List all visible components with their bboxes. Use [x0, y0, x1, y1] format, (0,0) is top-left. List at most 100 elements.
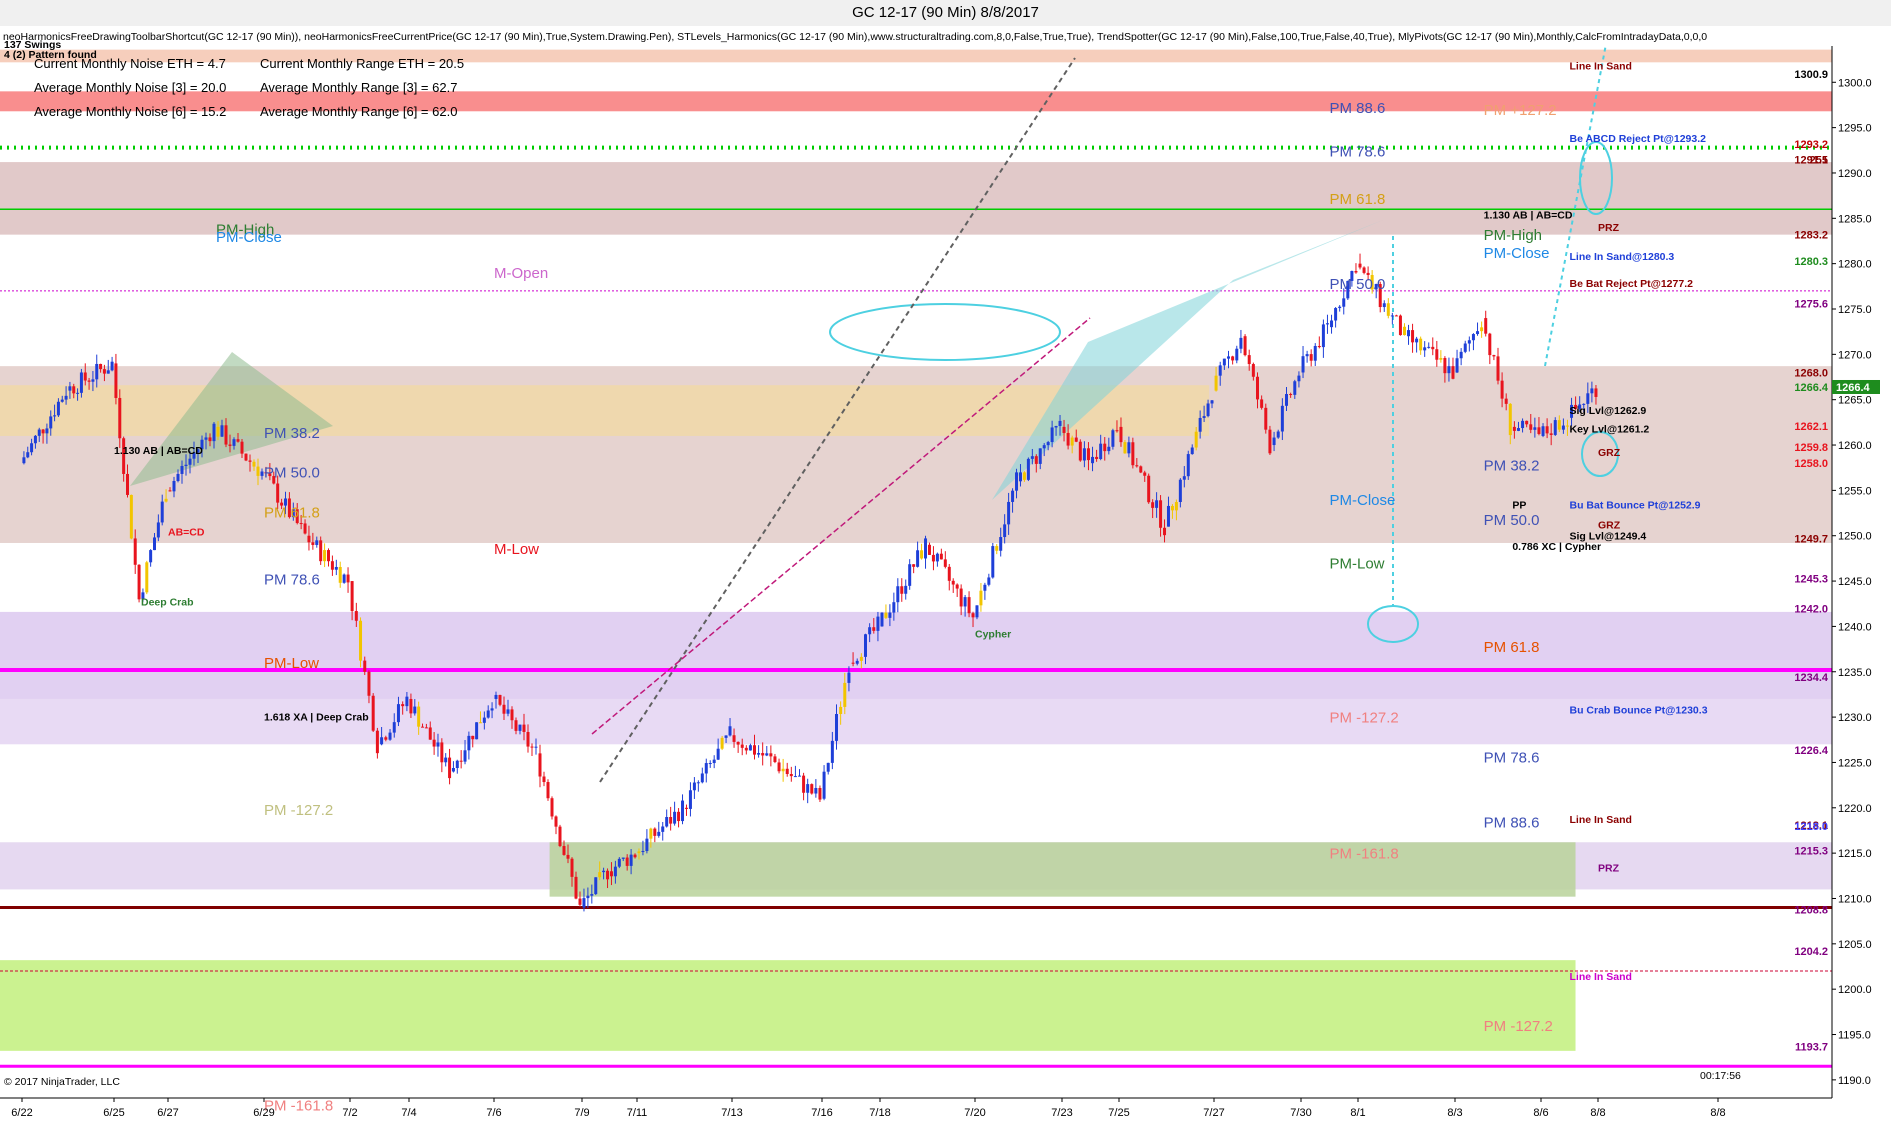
- info-line: Average Monthly Range [3] = 62.7: [260, 80, 457, 95]
- candle-body: [987, 577, 991, 585]
- candle-body: [1115, 430, 1119, 432]
- candle-body: [380, 737, 384, 745]
- candle-body: [451, 768, 455, 772]
- price-tick-label: 1225.0: [1838, 757, 1872, 769]
- candle-body: [388, 732, 392, 740]
- candle-body: [781, 768, 785, 772]
- candle-body: [979, 590, 983, 606]
- candle-body: [401, 704, 405, 707]
- candle-body: [1046, 442, 1050, 446]
- candle-body: [916, 550, 920, 567]
- candle-body: [212, 423, 216, 442]
- candle-body: [625, 857, 629, 866]
- candle-body: [1512, 426, 1516, 431]
- info-line: Current Monthly Range ETH = 20.5: [260, 56, 464, 71]
- candle-body: [839, 706, 843, 714]
- candle-body: [983, 584, 987, 591]
- candle-body: [1151, 502, 1155, 508]
- candle-body: [1297, 375, 1301, 382]
- candle-body: [244, 453, 248, 461]
- candle-body: [448, 757, 452, 779]
- candle-body: [1078, 441, 1082, 461]
- candle-body: [740, 744, 744, 748]
- candle-body: [1492, 355, 1496, 357]
- candle-body: [118, 397, 122, 439]
- pattern-annotation: PRZ: [1598, 862, 1620, 874]
- candle-body: [346, 574, 350, 583]
- price-level-label: 1204.2: [1794, 946, 1828, 958]
- candle-body: [417, 706, 421, 727]
- candle-body: [156, 522, 160, 538]
- time-tick-label: 6/25: [103, 1107, 124, 1119]
- candle-body: [208, 437, 212, 442]
- candle-body: [657, 831, 661, 836]
- candle-body: [1488, 333, 1492, 356]
- pattern-annotation: Sig Lvl@1262.9: [1570, 405, 1647, 417]
- candle-body: [1435, 349, 1439, 360]
- candle-body: [724, 735, 728, 738]
- candle-body: [963, 597, 967, 607]
- candle-body: [681, 800, 685, 822]
- price-chart[interactable]: PM-HighPM-CloseM-OpenPM 38.2PM 50.0PM 61…: [0, 26, 1891, 1134]
- candle-body: [506, 709, 510, 714]
- candle-body: [1476, 331, 1480, 335]
- candle-body: [1471, 334, 1475, 341]
- candle-body: [299, 523, 303, 525]
- candle-body: [999, 537, 1003, 551]
- candle-body: [319, 540, 323, 562]
- candle-body: [248, 460, 252, 462]
- price-tick-label: 1190.0: [1838, 1075, 1871, 1087]
- candle-body: [440, 742, 444, 763]
- candle-body: [110, 361, 114, 371]
- candle-body: [137, 564, 141, 600]
- pivot-label: PM -127.2: [1484, 1018, 1553, 1035]
- candle-body: [574, 876, 578, 899]
- candle-body: [526, 731, 530, 747]
- pivot-label: PM +127.2: [1484, 102, 1557, 119]
- time-tick-label: 7/27: [1203, 1107, 1224, 1119]
- candle-body: [1186, 454, 1190, 477]
- pivot-label: PM-Close: [216, 229, 282, 246]
- candle-body: [22, 457, 26, 464]
- time-tick-label: 8/8: [1590, 1107, 1605, 1119]
- time-tick-label: 7/20: [964, 1107, 985, 1119]
- candle-body: [1451, 366, 1455, 379]
- candle-body: [744, 747, 748, 751]
- pattern-annotation: 1.130 AB | AB=CD: [114, 445, 203, 457]
- candle-body: [1358, 263, 1362, 268]
- candle-body: [129, 494, 133, 539]
- candle-body: [550, 798, 554, 817]
- candle-body: [1231, 356, 1235, 361]
- candle-body: [95, 363, 99, 380]
- pattern-annotation: Bu Crab Bounce Pt@1230.3: [1570, 704, 1708, 716]
- price-tick-label: 1235.0: [1838, 667, 1872, 679]
- price-level-label: 1280.3: [1794, 256, 1828, 268]
- candle-body: [1467, 340, 1471, 344]
- candle-body: [216, 426, 220, 437]
- candle-body: [220, 425, 224, 437]
- candle-body: [1561, 425, 1565, 430]
- candle-body: [1280, 405, 1284, 432]
- candle-body: [311, 542, 315, 545]
- candle-body: [168, 490, 172, 492]
- candle-body: [1143, 472, 1147, 476]
- candle-body: [530, 746, 534, 748]
- info-line: Average Monthly Range [6] = 62.0: [260, 104, 457, 119]
- time-tick-label: 7/2: [342, 1107, 357, 1119]
- candle-body: [1525, 420, 1529, 425]
- candle-body: [847, 672, 851, 683]
- candle-body: [1066, 432, 1070, 446]
- price-level-label: 1268.0: [1794, 367, 1828, 379]
- candle-body: [1007, 501, 1011, 525]
- candle-body: [64, 395, 68, 400]
- candle-body: [459, 760, 463, 762]
- candle-body: [935, 553, 939, 562]
- candle-body: [1026, 458, 1030, 480]
- candle-body: [1557, 420, 1561, 430]
- candle-body: [1586, 393, 1590, 404]
- price-zone: [0, 162, 1832, 235]
- candle-body: [1086, 448, 1090, 461]
- candle-body: [578, 898, 582, 905]
- pivot-label: PM 88.6: [1484, 815, 1540, 832]
- candle-body: [1139, 466, 1143, 473]
